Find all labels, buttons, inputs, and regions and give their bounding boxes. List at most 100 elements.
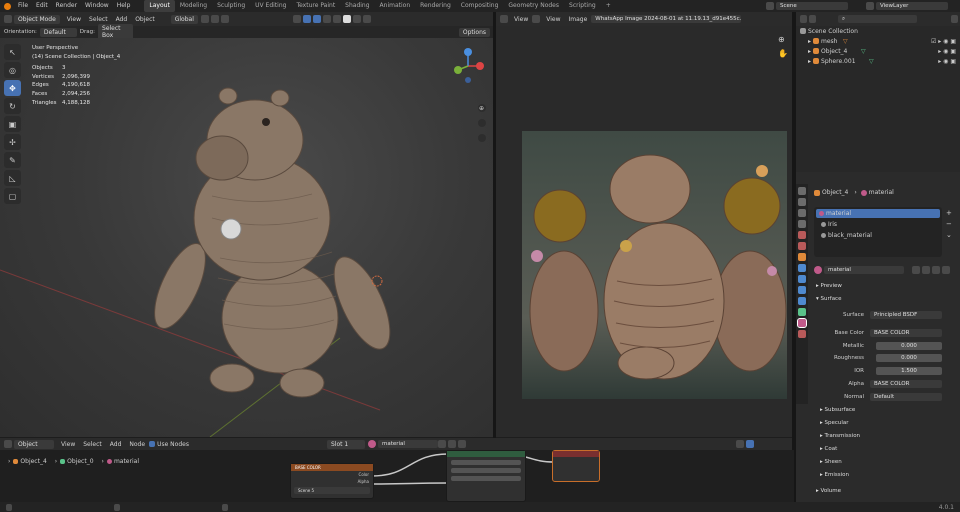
fake-user-icon[interactable] <box>912 265 920 274</box>
modifier-tab-icon[interactable] <box>798 264 806 272</box>
node-slider[interactable] <box>451 468 521 473</box>
node-slider[interactable] <box>451 460 521 465</box>
menu-help[interactable]: Help <box>113 0 135 12</box>
expand-arrow-icon[interactable]: ▸ <box>808 48 811 55</box>
view-layer-field[interactable]: ViewLayer <box>876 2 948 10</box>
slot-specials-icon[interactable]: ⌄ <box>946 230 954 241</box>
remove-slot-icon[interactable]: − <box>946 219 954 230</box>
node-slider[interactable] <box>451 476 521 481</box>
material-output-node[interactable] <box>552 450 600 482</box>
render-tab-icon[interactable] <box>798 198 806 206</box>
visibility-icon[interactable] <box>292 15 301 23</box>
world-tab-icon[interactable] <box>798 242 806 250</box>
object-tab-icon[interactable] <box>798 253 806 261</box>
viewport-menu-view[interactable]: View <box>63 16 85 23</box>
material-tab-icon[interactable] <box>797 318 807 328</box>
add-workspace-icon[interactable]: + <box>601 0 616 12</box>
outliner-item-object4[interactable]: ▸ Object_4 ▽ ▸ ◉ ▣ <box>796 46 960 56</box>
measure-tool-icon[interactable]: ◺ <box>4 170 21 186</box>
node-menu-add[interactable]: Add <box>106 441 126 448</box>
surface-panel[interactable]: ▾ Surface <box>816 296 841 302</box>
texture-tab-icon[interactable] <box>798 330 806 338</box>
volume-panel[interactable]: ▸ Volume <box>816 488 841 494</box>
gizmo-icon[interactable] <box>302 15 311 23</box>
snap-icon[interactable] <box>735 440 744 448</box>
add-cube-tool-icon[interactable]: ▢ <box>4 188 21 204</box>
pivot-icon[interactable] <box>200 15 209 23</box>
roughness-field[interactable]: 0.000 <box>876 354 942 362</box>
slot-dropdown[interactable]: Slot 1 <box>326 439 365 449</box>
shading-wire-icon[interactable] <box>332 15 341 23</box>
snap-icon[interactable] <box>210 15 219 23</box>
scene-selector[interactable]: Scene <box>766 2 848 10</box>
tool-tab-icon[interactable] <box>798 187 806 195</box>
outliner-type-icon[interactable] <box>800 15 807 23</box>
filter-icon[interactable] <box>942 265 950 274</box>
scale-tool-icon[interactable]: ▣ <box>4 116 21 132</box>
image-editor-type-icon[interactable] <box>500 15 508 23</box>
shading-rendered-icon[interactable] <box>362 15 371 23</box>
subsurface-panel[interactable]: ▸ Subsurface <box>820 407 855 413</box>
tab-sculpting[interactable]: Sculpting <box>212 0 250 12</box>
move-tool-icon[interactable]: ✥ <box>4 80 21 96</box>
base-color-field[interactable]: BASE COLOR <box>870 329 942 337</box>
emission-panel[interactable]: ▸ Emission <box>820 472 849 478</box>
menu-file[interactable]: File <box>14 0 32 12</box>
sheen-panel[interactable]: ▸ Sheen <box>820 459 842 465</box>
particles-tab-icon[interactable] <box>798 275 806 283</box>
outliner-item-mesh[interactable]: ▸ mesh ▽ ☑ ▸ ◉ ▣ <box>796 36 960 46</box>
scene-tab-icon[interactable] <box>798 231 806 239</box>
filter-display-icon[interactable] <box>808 15 816 23</box>
annotate-tool-icon[interactable]: ✎ <box>4 152 21 168</box>
shading-material-icon[interactable] <box>352 15 361 23</box>
node-menu-select[interactable]: Select <box>79 441 106 448</box>
mode-icon[interactable] <box>532 15 541 23</box>
tab-layout[interactable]: Layout <box>144 0 175 12</box>
visibility-toggles[interactable]: ▸ ◉ ▣ <box>938 48 956 55</box>
material-name-field[interactable]: material <box>824 265 904 274</box>
outliner-search-input[interactable]: ⌕ <box>837 15 918 23</box>
normal-field[interactable]: Default <box>870 393 942 401</box>
filter-icon[interactable] <box>951 15 958 23</box>
preview-panel[interactable]: ▸ Preview <box>816 283 842 289</box>
blender-logo-icon[interactable] <box>4 2 11 10</box>
overlay-icon[interactable] <box>312 15 321 23</box>
add-slot-icon[interactable]: + <box>946 208 954 219</box>
image-name-field[interactable]: WhatsApp Image 2024-08-01 at 11.19.13_d9… <box>591 15 742 23</box>
image-view-controls[interactable]: ⊕ ✋ <box>778 34 788 60</box>
tab-geometry-nodes[interactable]: Geometry Nodes <box>503 0 564 12</box>
visibility-toggles[interactable]: ☑ ▸ ◉ ▣ <box>931 38 956 45</box>
material-slot[interactable]: material <box>816 209 940 218</box>
tab-modeling[interactable]: Modeling <box>175 0 212 12</box>
xray-icon[interactable] <box>322 15 331 23</box>
menu-render[interactable]: Render <box>52 0 81 12</box>
checkbox-icon[interactable] <box>149 441 156 447</box>
constraints-tab-icon[interactable] <box>798 297 806 305</box>
tab-texture-paint[interactable]: Texture Paint <box>291 0 340 12</box>
specular-panel[interactable]: ▸ Specular <box>820 420 849 426</box>
material-icon[interactable] <box>367 440 376 448</box>
transform-tool-icon[interactable]: ✢ <box>4 134 21 150</box>
view-layer-selector[interactable]: ViewLayer <box>866 2 948 10</box>
metallic-field[interactable]: 0.000 <box>876 342 942 350</box>
image-menu-image[interactable]: Image <box>565 16 592 23</box>
unlink-icon[interactable] <box>447 440 456 448</box>
navigation-gizmo[interactable]: ⊕ <box>448 44 488 144</box>
coat-panel[interactable]: ▸ Coat <box>820 446 837 452</box>
ior-field[interactable]: 1.500 <box>876 367 942 375</box>
transform-orientation-dropdown[interactable]: Global <box>170 14 198 24</box>
outliner-root[interactable]: Scene Collection <box>796 26 960 36</box>
tab-uv-editing[interactable]: UV Editing <box>250 0 291 12</box>
viewport-menu-add[interactable]: Add <box>112 16 132 23</box>
node-menu-node[interactable]: Node <box>125 441 149 448</box>
view-layer-tab-icon[interactable] <box>798 220 806 228</box>
image-menu-view[interactable]: View <box>510 16 532 23</box>
node-menu-view[interactable]: View <box>57 441 79 448</box>
pin-icon[interactable] <box>457 440 466 448</box>
image-field[interactable]: Scene 5 <box>294 487 370 494</box>
orientation-dropdown[interactable]: Default <box>39 27 77 37</box>
node-editor-type-icon[interactable] <box>4 440 12 448</box>
viewport-menu-select[interactable]: Select <box>85 16 112 23</box>
material-browse-icon[interactable] <box>814 265 822 274</box>
physics-tab-icon[interactable] <box>798 286 806 294</box>
